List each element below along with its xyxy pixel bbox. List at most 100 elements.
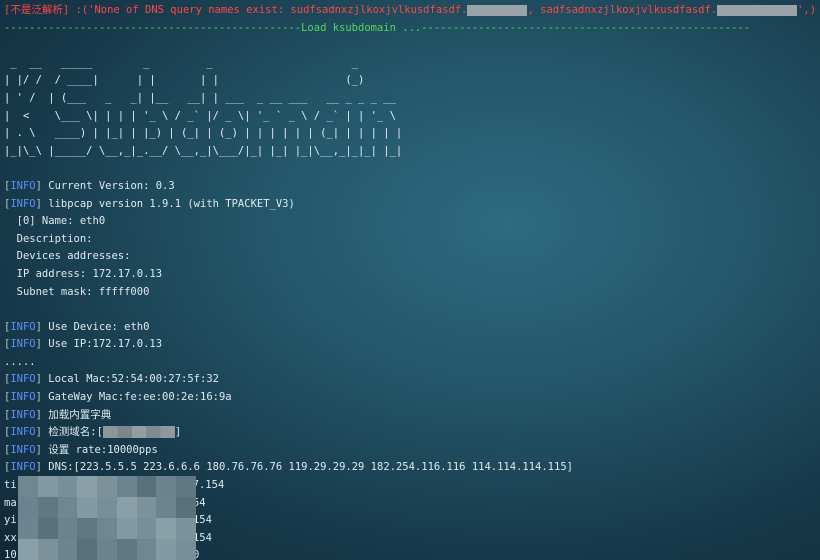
log-output: [INFO] Current Version: 0.3 [INFO] libpca…	[4, 178, 816, 424]
mosaic-block	[37, 497, 58, 518]
rate-text: 设置 rate:10000pps	[41, 443, 158, 456]
banner-line: |_|\_\ |_____/ \__,_|_.__/ \__,_|\___/|_…	[4, 144, 403, 157]
log-text: Subnet mask: fffff000	[4, 285, 150, 298]
mosaic-block	[116, 518, 137, 539]
banner-line: _ __ _____ _ _ _	[4, 56, 359, 69]
mosaic-block	[176, 476, 196, 497]
mosaic-block	[37, 476, 58, 497]
error-domain-two: sadfsadnxzjlkoxjvlkusdfasdf.	[540, 4, 718, 16]
info-tag: INFO	[10, 197, 36, 210]
mosaic-block	[18, 476, 38, 497]
log-text: GateWay Mac:fe:ee:00:2e:16:9a	[41, 391, 232, 404]
mosaic-block	[57, 497, 78, 518]
detect-prefix: 检测域名:[	[41, 426, 103, 439]
log-line: [0] Name: eth0	[4, 213, 816, 231]
result-head: xx	[4, 531, 17, 544]
pixelated-redaction	[18, 476, 196, 560]
error-message-end: ',)	[797, 4, 816, 16]
error-tag: 不是泛解析	[10, 4, 63, 16]
log-line: Description:	[4, 231, 816, 249]
info-tag: INFO	[10, 179, 36, 192]
info-tag: INFO	[10, 338, 36, 351]
terminal-window[interactable]: [不是泛解析] :('None of DNS query names exist…	[4, 2, 816, 558]
banner-line: | ' / | (___ _ _| |__ __| | ___ _ __ ___…	[4, 91, 396, 104]
info-tag: INFO	[10, 426, 36, 439]
dns-text: DNS:[223.5.5.5 223.6.6.6 180.76.76.76 11…	[41, 461, 573, 474]
log-text: Use IP:172.17.0.13	[41, 338, 163, 351]
mosaic-block	[176, 518, 196, 539]
mosaic-block	[37, 518, 58, 539]
mosaic-block	[136, 539, 157, 560]
mosaic-block	[97, 476, 117, 497]
error-domain-one: sudfsadnxzjlkoxjvlkusdfasdf.	[290, 4, 468, 16]
log-line-detect-domain: [INFO] 检测域名:[]	[4, 426, 182, 439]
log-text: [0] Name: eth0	[4, 215, 106, 228]
mosaic-block	[97, 497, 117, 518]
mosaic-block	[116, 476, 137, 497]
redacted-domain-one	[467, 4, 528, 16]
log-line: [INFO] Current Version: 0.3	[4, 178, 816, 196]
mosaic-block	[156, 497, 177, 518]
mosaic-block	[97, 539, 117, 560]
log-line: [INFO] Use Device: eth0	[4, 319, 816, 337]
log-line: .....	[4, 354, 816, 372]
log-text: Current Version: 0.3	[41, 179, 175, 192]
log-text: .....	[4, 355, 36, 368]
mosaic-block	[116, 497, 137, 518]
log-line: Subnet mask: fffff000	[4, 284, 816, 302]
result-head: ti	[4, 479, 17, 492]
mosaic-block	[37, 539, 58, 560]
resolution-error-line: [不是泛解析] :('None of DNS query names exist…	[4, 2, 816, 20]
mosaic-block	[97, 518, 117, 539]
mosaic-block	[156, 476, 177, 497]
info-tag: INFO	[10, 408, 36, 421]
log-line: [INFO] Use IP:172.17.0.13	[4, 336, 816, 354]
log-line: [INFO] libpcap version 1.9.1 (with TPACK…	[4, 196, 816, 214]
mosaic-block	[18, 497, 38, 518]
banner-line: | . \ ____) | |_| | |_) | (_| | (_) | | …	[4, 127, 403, 140]
log-line-dns: [INFO] DNS:[223.5.5.5 223.6.6.6 180.76.7…	[4, 461, 573, 474]
mosaic-block	[18, 518, 38, 539]
mosaic-block	[136, 497, 157, 518]
log-line: [INFO] 加载内置字典	[4, 407, 816, 425]
redacted-target-domain	[102, 426, 175, 439]
mosaic-block	[57, 476, 78, 497]
redacted-domain-two	[717, 4, 798, 16]
log-line: [INFO] GateWay Mac:fe:ee:00:2e:16:9a	[4, 389, 816, 407]
info-tag: INFO	[10, 443, 36, 456]
error-separator: ,	[527, 4, 541, 16]
mosaic-block	[57, 539, 78, 560]
result-tail: 7.154	[192, 479, 225, 492]
info-tag: INFO	[10, 373, 36, 386]
mosaic-block	[136, 476, 157, 497]
mosaic-block	[77, 518, 98, 539]
log-text: libpcap version 1.9.1 (with TPACKET_V3)	[41, 197, 295, 210]
log-line: Devices addresses:	[4, 248, 816, 266]
info-tag: INFO	[10, 461, 36, 474]
banner-line: | |/ / / ____| | | | | (_)	[4, 74, 365, 87]
info-tag: INFO	[10, 391, 36, 404]
banner-line: | < \___ \| | | | '_ \ / _` |/ _ \| '_ `…	[4, 109, 396, 122]
result-head: yi	[4, 514, 17, 527]
mosaic-block	[77, 476, 98, 497]
mosaic-block	[176, 497, 196, 518]
log-text: Devices addresses:	[4, 250, 131, 263]
load-divider: ----------------------------------------…	[4, 21, 750, 34]
log-line: IP address: 172.17.0.13	[4, 266, 816, 284]
mosaic-block	[116, 539, 137, 560]
result-head: ma	[4, 496, 17, 509]
log-text: 加载内置字典	[41, 408, 112, 421]
info-tag: INFO	[10, 320, 36, 333]
mosaic-block	[156, 539, 177, 560]
mosaic-block	[77, 497, 98, 518]
log-line-rate: [INFO] 设置 rate:10000pps	[4, 443, 158, 456]
mosaic-block	[57, 518, 78, 539]
mosaic-block	[176, 539, 196, 560]
error-message-start: :('None of DNS query names exist:	[69, 4, 291, 16]
mosaic-block	[77, 539, 98, 560]
mosaic-block	[136, 518, 157, 539]
log-text: Local Mac:52:54:00:27:5f:32	[41, 373, 219, 386]
